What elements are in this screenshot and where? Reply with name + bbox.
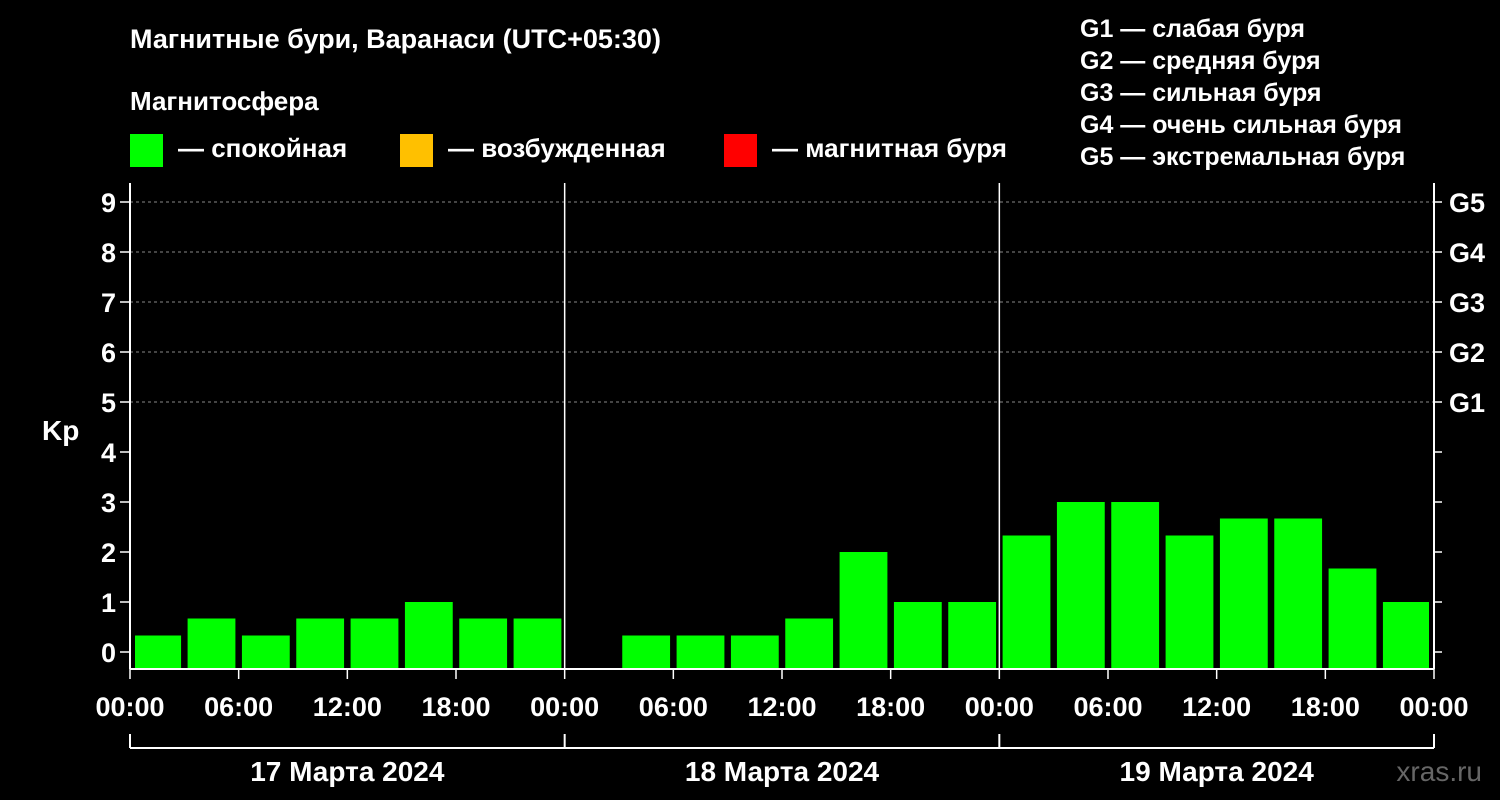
legend: — спокойная — возбужденная — магнитная бур… <box>130 133 1007 167</box>
g-level-label: G2 <box>1449 338 1485 368</box>
x-tick-label: 06:00 <box>204 692 273 722</box>
bar <box>893 602 942 669</box>
x-tick-label: 00:00 <box>1399 692 1468 722</box>
legend-label-1: — спокойная <box>178 133 347 163</box>
x-tick-label: 00:00 <box>95 692 164 722</box>
x-tick-label: 00:00 <box>965 692 1034 722</box>
bar <box>187 618 236 669</box>
g-scale-item-g2: G2 — средняя буря <box>1080 47 1321 75</box>
y-tick-label: 0 <box>101 638 116 668</box>
legend-swatch-3 <box>724 134 757 167</box>
bar <box>622 635 671 669</box>
legend-label-2: — возбужденная <box>448 133 666 163</box>
bar <box>404 602 453 669</box>
legend-label-3: — магнитная буря <box>772 133 1007 163</box>
g-scale-item-g4: G4 — очень сильная буря <box>1080 111 1402 139</box>
day-label: 19 Марта 2024 <box>1120 756 1315 787</box>
y-tick-label: 7 <box>101 288 116 318</box>
day-label: 18 Марта 2024 <box>685 756 880 787</box>
magnetic-storm-chart: Магнитные бури, Варанаси (UTC+05:30) Маг… <box>42 15 1485 787</box>
g-scale-item-g3: G3 — сильная буря <box>1080 79 1322 107</box>
g-level-label: G4 <box>1449 238 1485 268</box>
bar <box>1056 502 1105 669</box>
y-tick-label: 2 <box>101 538 116 568</box>
y-tick-label: 5 <box>101 388 116 418</box>
y-tick-label: 1 <box>101 588 116 618</box>
x-tick-label: 18:00 <box>421 692 490 722</box>
x-tick-label: 06:00 <box>639 692 708 722</box>
g-scale-legend: G1 — слабая буря G2 — средняя буря G3 — си… <box>1080 15 1405 171</box>
watermark: xras.ru <box>1396 756 1482 787</box>
y-tick-label: 9 <box>101 188 116 218</box>
bar <box>730 635 779 669</box>
bar <box>135 635 182 669</box>
legend-swatch-1 <box>130 134 163 167</box>
bar <box>513 618 562 669</box>
bar <box>785 618 834 669</box>
y-tick-label: 3 <box>101 488 116 518</box>
x-tick-label: 12:00 <box>1182 692 1251 722</box>
bar <box>1111 502 1160 669</box>
y-tick-label: 4 <box>101 438 116 468</box>
bar <box>350 618 399 669</box>
bar <box>241 635 290 669</box>
g-scale-item-g1: G1 — слабая буря <box>1080 15 1305 43</box>
chart-title: Магнитные бури, Варанаси (UTC+05:30) <box>130 24 661 54</box>
x-tick-label: 06:00 <box>1073 692 1142 722</box>
x-tick-label: 18:00 <box>1291 692 1360 722</box>
bar <box>1328 568 1377 669</box>
bar <box>1002 535 1051 669</box>
g-scale-item-g5: G5 — экстремальная буря <box>1080 143 1405 171</box>
legend-title: Магнитосфера <box>130 86 319 116</box>
x-tick-label: 18:00 <box>856 692 925 722</box>
bar <box>839 552 888 669</box>
bar <box>1382 602 1429 669</box>
bar <box>459 618 508 669</box>
x-tick-label: 00:00 <box>530 692 599 722</box>
legend-swatch-2 <box>400 134 433 167</box>
g-level-label: G1 <box>1449 388 1485 418</box>
g-level-label: G3 <box>1449 288 1485 318</box>
bar <box>676 635 725 669</box>
y-axis-label: Kp <box>42 415 79 446</box>
g-level-label: G5 <box>1449 188 1485 218</box>
x-tick-label: 12:00 <box>313 692 382 722</box>
bar <box>1165 535 1214 669</box>
bar <box>948 602 997 669</box>
bar <box>296 618 345 669</box>
bar <box>1219 518 1268 669</box>
x-tick-label: 12:00 <box>747 692 816 722</box>
bar <box>1274 518 1323 669</box>
y-tick-label: 8 <box>101 238 116 268</box>
day-label: 17 Марта 2024 <box>250 756 445 787</box>
plot-area: 0 1 2 3 4 5 6 7 8 9 G1 G2 G3 G4 G5 00:00 06:00 12:00 18:00… <box>95 183 1485 787</box>
y-tick-label: 6 <box>101 338 116 368</box>
